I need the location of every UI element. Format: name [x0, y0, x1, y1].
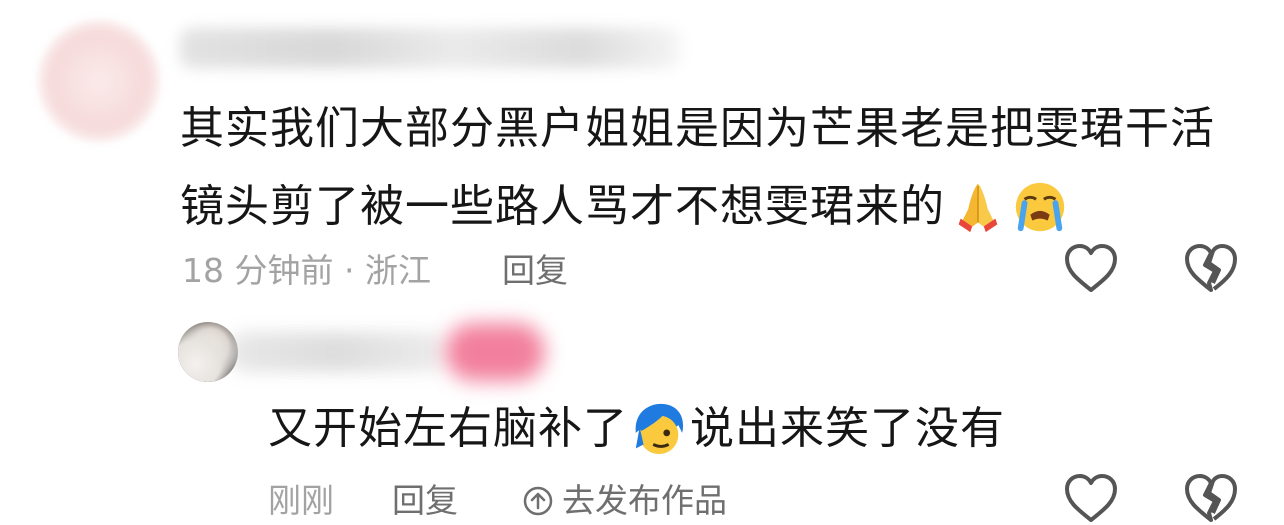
- avatar[interactable]: [178, 322, 238, 382]
- publish-label: 去发布作品: [562, 481, 727, 520]
- author-badge-blurred: [445, 323, 545, 381]
- username-blurred[interactable]: [180, 28, 680, 68]
- publish-work-button[interactable]: 去发布作品: [522, 481, 727, 521]
- heart-outline-icon[interactable]: [1063, 473, 1119, 525]
- username-blurred[interactable]: [232, 332, 442, 372]
- broken-heart-icon[interactable]: [1183, 473, 1239, 525]
- comment-text-line-1: 其实我们大部分黑户姐姐是因为芒果老是把雯珺干活: [180, 103, 1215, 154]
- reply-text-row: 又开始左右脑补了 说出来笑了没有: [268, 400, 1005, 458]
- broken-heart-icon[interactable]: [1183, 243, 1239, 295]
- reply-button[interactable]: 回复: [392, 481, 458, 521]
- folded-hands-emoji: [958, 183, 998, 233]
- avatar[interactable]: [38, 20, 160, 142]
- heart-outline-icon[interactable]: [1063, 243, 1119, 295]
- comment-text-line-2-row: 镜头剪了被一些路人骂才不想雯珺来的: [180, 178, 1069, 236]
- comment-text-line-2: 镜头剪了被一些路人骂才不想雯珺来的: [180, 181, 945, 232]
- blue-hair-emoji: [635, 403, 684, 455]
- crying-face-emoji: [1015, 182, 1065, 232]
- comment-meta: 18 分钟前 · 浙江: [182, 251, 431, 290]
- reply-text-part-2: 说出来笑了没有: [690, 403, 1005, 454]
- comment-meta: 刚刚: [268, 481, 334, 520]
- reply-text-part-1: 又开始左右脑补了: [268, 403, 628, 454]
- arrow-up-circle-icon: [523, 486, 553, 516]
- reply-button[interactable]: 回复: [502, 251, 568, 291]
